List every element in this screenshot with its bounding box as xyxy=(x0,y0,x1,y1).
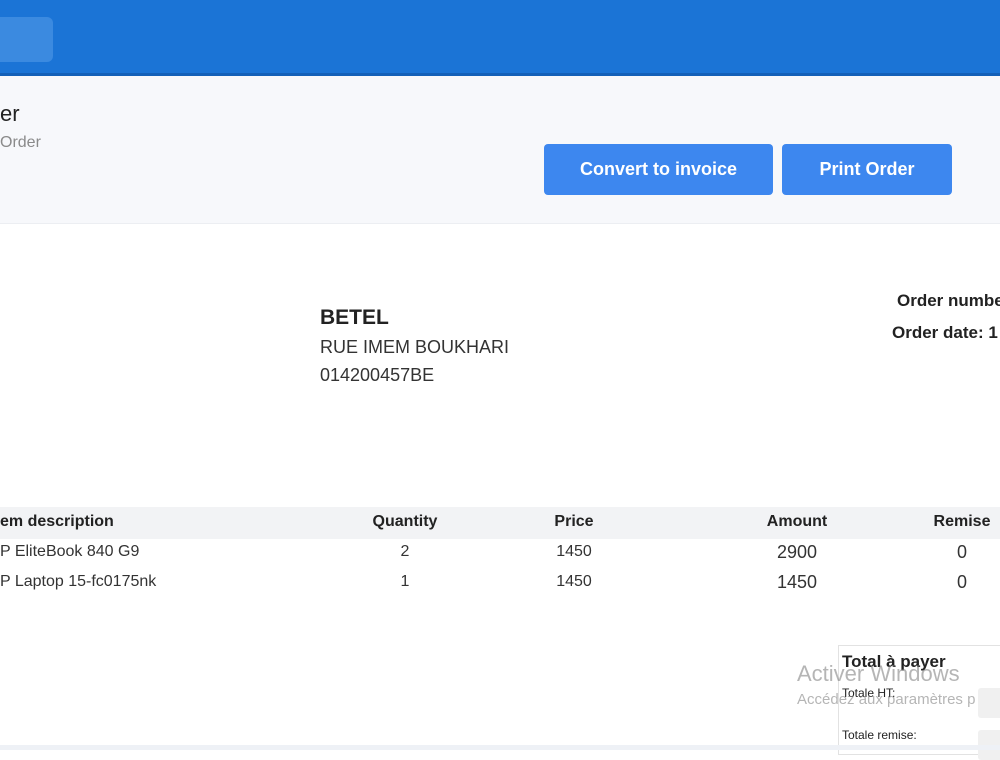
page-title: er xyxy=(0,101,20,126)
menu-toggle-button[interactable] xyxy=(0,17,53,62)
item-description: P EliteBook 840 G9 xyxy=(0,543,140,560)
total-remise-label: Totale remise: xyxy=(842,728,917,742)
breadcrumb: Order xyxy=(0,134,41,151)
order-number-label: Order numbe xyxy=(897,291,1000,310)
total-ht-field xyxy=(978,688,1000,718)
windows-activation-watermark-title: Activer Windows xyxy=(797,661,960,686)
column-header-remise: Remise xyxy=(933,513,991,530)
company-name: BETEL xyxy=(320,306,389,329)
item-price: 1450 xyxy=(556,543,592,560)
order-date-label: Order date: 1 xyxy=(892,323,998,342)
item-quantity: 2 xyxy=(400,543,410,560)
column-header-price: Price xyxy=(554,513,594,530)
company-address: RUE IMEM BOUKHARI xyxy=(320,337,510,357)
column-header-quantity: Quantity xyxy=(372,513,438,530)
item-price: 1450 xyxy=(556,573,592,590)
column-header-amount: Amount xyxy=(766,513,828,530)
item-amount: 1450 xyxy=(776,572,818,592)
windows-activation-watermark-subtitle: Accédez aux paramètres p xyxy=(797,691,976,708)
item-description: P Laptop 15-fc0175nk xyxy=(0,573,157,590)
item-quantity: 1 xyxy=(400,573,410,590)
print-order-button[interactable]: Print Order xyxy=(782,144,952,195)
column-header-description: em description xyxy=(0,513,114,530)
convert-to-invoice-button[interactable]: Convert to invoice xyxy=(544,144,773,195)
item-remise: 0 xyxy=(956,572,968,592)
items-table-header xyxy=(0,507,1000,539)
top-app-bar xyxy=(0,0,1000,76)
item-remise: 0 xyxy=(956,542,968,562)
company-tax-id: 014200457BE xyxy=(320,365,435,385)
bottom-divider xyxy=(0,745,1000,750)
item-amount: 2900 xyxy=(776,542,818,562)
